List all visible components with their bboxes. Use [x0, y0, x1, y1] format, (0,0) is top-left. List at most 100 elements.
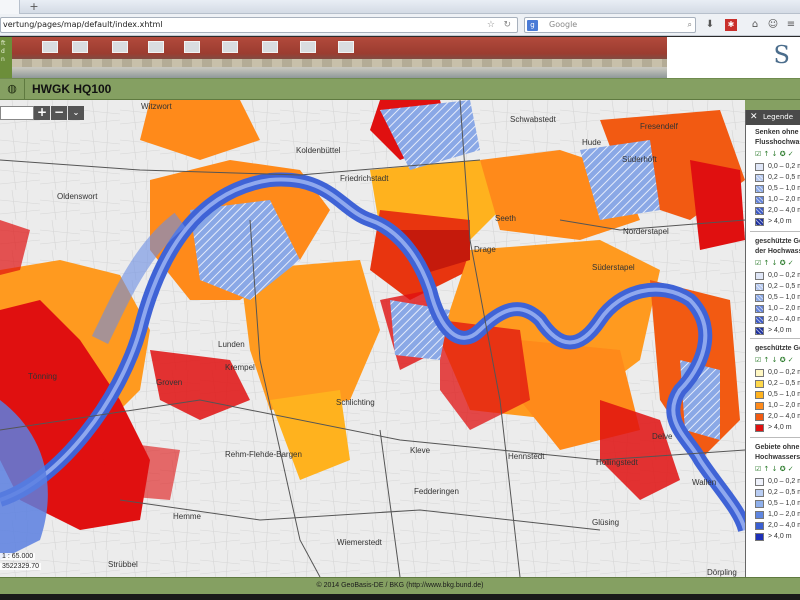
map-canvas: [0, 100, 745, 577]
legend-swatch: [755, 511, 764, 519]
browser-tab[interactable]: [0, 0, 20, 14]
feedback-icon[interactable]: ☺: [766, 18, 780, 32]
legend-row-label: > 4,0 m: [768, 424, 792, 431]
place-label: Glüsing: [592, 518, 620, 527]
addon-icon[interactable]: ✱: [725, 19, 737, 31]
footer: © 2014 GeoBasis-DE / BKG (http://www.bkg…: [0, 577, 800, 594]
layer-control-icon[interactable]: ☑: [755, 465, 764, 473]
place-label: Kleve: [410, 446, 431, 455]
place-label: Lunden: [218, 340, 245, 349]
layer-control-icon[interactable]: ✓: [788, 356, 794, 364]
legend-swatch: [755, 185, 764, 193]
legend-layer-controls[interactable]: ☑ ↑ ↓ ✪ ✓: [755, 356, 794, 364]
legend-layer-controls[interactable]: ☑ ↑ ↓ ✪ ✓: [755, 150, 794, 158]
legend-row-label: 0,0 – 0,2 m: [768, 369, 800, 376]
legend-row-label: 0,5 – 1,0 m: [768, 185, 800, 192]
legend-row-label: 0,2 – 0,5 m: [768, 283, 800, 290]
place-label: Hemme: [173, 512, 202, 521]
zoom-dropdown-chevron-icon[interactable]: ⌄: [68, 106, 84, 120]
browser-navbar: vertung/pages/map/default/index.xhtml ☆ …: [0, 14, 800, 36]
legend-swatch: [755, 305, 764, 313]
new-tab-button[interactable]: +: [28, 0, 40, 14]
legend-header: ✕ Legende: [746, 110, 800, 125]
layer-control-icon[interactable]: ↑: [764, 150, 772, 158]
layer-control-icon[interactable]: ☑: [755, 259, 764, 267]
layer-control-icon[interactable]: ✪: [780, 259, 788, 267]
legend-section-title: Hochwassers: [755, 454, 800, 461]
place-label: Krempel: [225, 363, 255, 372]
globe-icon[interactable]: ◍: [5, 82, 19, 96]
close-icon[interactable]: ✕: [750, 110, 758, 125]
layer-control-icon[interactable]: ✪: [780, 465, 788, 473]
site-logo-strip: ft d n: [0, 37, 12, 78]
layer-control-icon[interactable]: ↑: [764, 259, 772, 267]
zoom-in-button[interactable]: +: [34, 106, 50, 120]
layer-control-icon[interactable]: ↓: [772, 356, 780, 364]
layer-control-icon[interactable]: ↓: [772, 259, 780, 267]
url-bar[interactable]: vertung/pages/map/default/index.xhtml ☆ …: [0, 17, 518, 33]
legend-divider: [750, 437, 800, 438]
legend-row-label: 1,0 – 2,0 m: [768, 402, 800, 409]
legend-row-label: 0,2 – 0,5 m: [768, 174, 800, 181]
legend-section-title: Senken ohne: [755, 129, 799, 136]
toolbar-divider: [24, 79, 25, 101]
legend-divider: [750, 338, 800, 339]
tab-strip: +: [0, 0, 800, 14]
legend-swatch: [755, 163, 764, 171]
copyright-text: © 2014 GeoBasis-DE / BKG (http://www.bkg…: [316, 582, 484, 589]
layer-control-icon[interactable]: ↓: [772, 150, 780, 158]
taskbar: [0, 594, 800, 600]
menu-icon[interactable]: ≡: [784, 18, 798, 32]
zoom-level-input[interactable]: [0, 106, 34, 120]
layer-control-icon[interactable]: ✓: [788, 465, 794, 473]
reload-icon[interactable]: ↻: [503, 18, 511, 32]
legend-swatch: [755, 489, 764, 497]
search-go-icon[interactable]: ⌕: [688, 18, 692, 32]
legend-layer-controls[interactable]: ☑ ↑ ↓ ✪ ✓: [755, 465, 794, 473]
layer-control-icon[interactable]: ↑: [764, 356, 772, 364]
layer-control-icon[interactable]: ☑: [755, 150, 764, 158]
legend-row-label: 0,5 – 1,0 m: [768, 500, 800, 507]
legend-swatch: [755, 402, 764, 410]
banner-logo-text: S: [773, 41, 790, 69]
legend-row-label: 0,0 – 0,2 m: [768, 478, 800, 485]
home-icon[interactable]: ⌂: [748, 18, 762, 32]
zoom-out-button[interactable]: −: [51, 106, 67, 120]
legend-row-label: 0,0 – 0,2 m: [768, 272, 800, 279]
legend-section-title: Flusshochwas: [755, 139, 800, 146]
page-title: HWGK HQ100: [32, 82, 112, 96]
place-label: Rehm-Flehde-Bargen: [225, 450, 302, 459]
legend-swatch: [755, 316, 764, 324]
bookmark-star-icon[interactable]: ☆: [487, 18, 495, 32]
layer-control-icon[interactable]: ☑: [755, 356, 764, 364]
layer-control-icon[interactable]: ✪: [780, 356, 788, 364]
layer-control-icon[interactable]: ✓: [788, 259, 794, 267]
legend-swatch: [755, 272, 764, 280]
legend-swatch: [755, 369, 764, 377]
place-label: Friedrichstadt: [340, 174, 389, 183]
legend-swatch: [755, 424, 764, 432]
place-label: Groven: [156, 378, 183, 387]
legend-layer-controls[interactable]: ☑ ↑ ↓ ✪ ✓: [755, 259, 794, 267]
banner-photo: [12, 37, 667, 78]
layer-control-icon[interactable]: ↑: [764, 465, 772, 473]
legend-swatch: [755, 500, 764, 508]
google-icon[interactable]: g: [527, 20, 538, 31]
legend-top-bar: [745, 100, 800, 110]
flood-map[interactable]: Witzwort Koldenbüttel Friedrichstadt Old…: [0, 100, 745, 577]
download-icon[interactable]: ⬇: [703, 18, 717, 32]
legend-row-label: > 4,0 m: [768, 327, 792, 334]
layer-control-icon[interactable]: ↓: [772, 465, 780, 473]
legend-swatch: [755, 207, 764, 215]
legend-row-label: 1,0 – 2,0 m: [768, 196, 800, 203]
place-label: Fedderingen: [414, 487, 459, 496]
search-bar[interactable]: g Google ⌕: [524, 17, 696, 33]
layer-control-icon[interactable]: ✓: [788, 150, 794, 158]
place-label: Tönning: [28, 372, 57, 381]
layer-control-icon[interactable]: ✪: [780, 150, 788, 158]
legend-swatch: [755, 174, 764, 182]
legend-row-label: > 4,0 m: [768, 218, 792, 225]
place-label: Hude: [582, 138, 602, 147]
legend-row-label: > 4,0 m: [768, 533, 792, 540]
legend-row-label: 0,5 – 1,0 m: [768, 294, 800, 301]
